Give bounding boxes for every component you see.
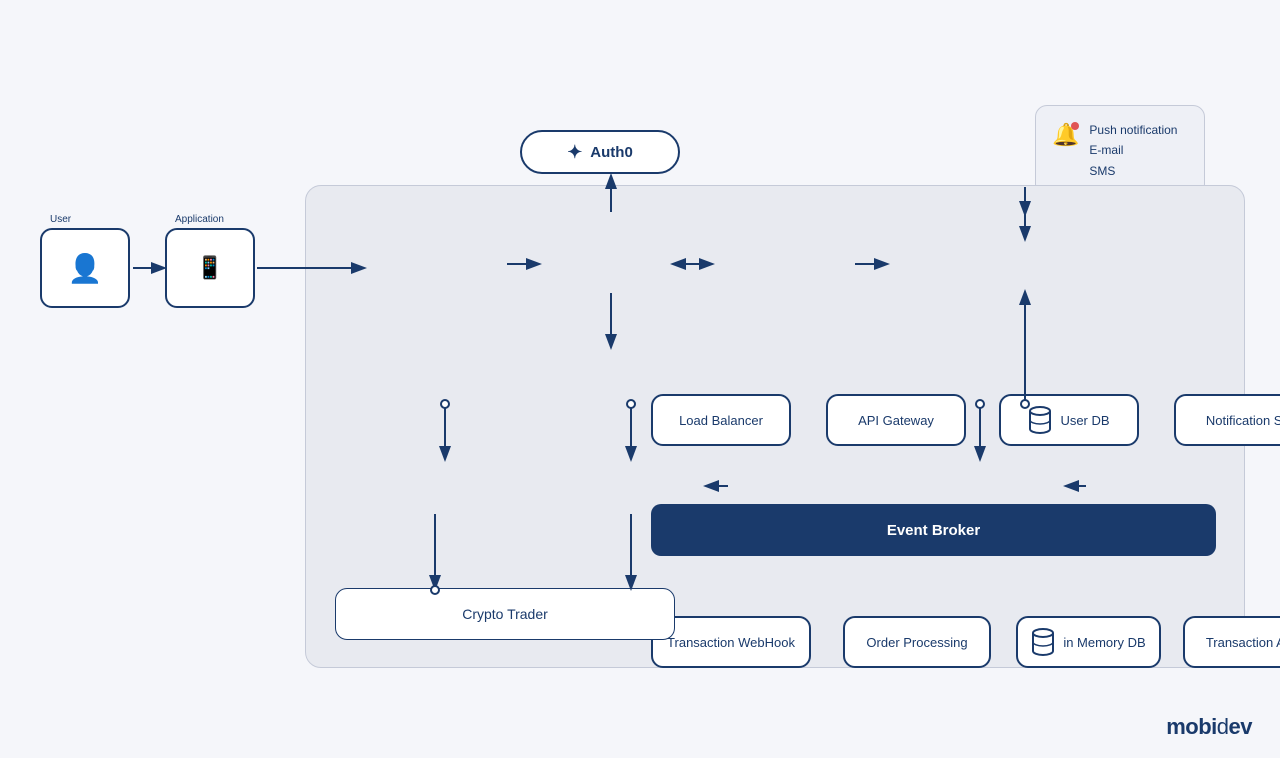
person-icon: 👤: [68, 252, 103, 285]
user-box: User 👤: [40, 228, 130, 308]
application-label: Application: [175, 214, 224, 225]
auth0-label: Auth0: [590, 144, 633, 161]
application-box: Application 📱: [165, 228, 255, 308]
transaction-analytics-box: Transaction Analytics: [1183, 616, 1280, 668]
in-memory-db-icon: [1031, 628, 1055, 656]
transaction-webhook-label: Transaction WebHook: [667, 635, 795, 650]
event-broker-box: Event Broker: [651, 504, 1216, 556]
bell-icon: 🔔: [1052, 122, 1079, 148]
mobidev-logo: mobidev: [1166, 714, 1252, 740]
crypto-trader-label: Crypto Trader: [462, 606, 548, 622]
mobidev-text: mobidev: [1166, 714, 1252, 739]
transaction-analytics-label: Transaction Analytics: [1206, 635, 1280, 650]
notification-service-box: Notification Service: [1174, 394, 1280, 446]
diagram-area: 🔔 Push notification E-mail SMS ✦ Auth0 E…: [20, 30, 1260, 698]
in-memory-db-box: in Memory DB: [1016, 616, 1161, 668]
notification-info-box: 🔔 Push notification E-mail SMS: [1035, 105, 1205, 196]
load-balancer-label: Load Balancer: [679, 413, 763, 428]
user-db-label: User DB: [1060, 413, 1109, 428]
event-broker-label: Event Broker: [887, 522, 980, 539]
order-processing-box: Order Processing: [843, 616, 991, 668]
phone-icon: 📱: [196, 255, 223, 281]
notification-info-text: Push notification E-mail SMS: [1089, 120, 1177, 181]
auth0-box: ✦ Auth0: [520, 130, 680, 174]
load-balancer-box: Load Balancer: [651, 394, 791, 446]
api-gateway-box: API Gateway: [826, 394, 966, 446]
auth0-star-icon: ✦: [567, 142, 582, 163]
notification-service-label: Notification Service: [1206, 413, 1280, 428]
crypto-trader-box: Crypto Trader: [335, 588, 675, 640]
transaction-webhook-box: Transaction WebHook: [651, 616, 811, 668]
in-memory-db-label: in Memory DB: [1063, 635, 1145, 650]
user-db-box: User DB: [999, 394, 1139, 446]
api-gateway-label: API Gateway: [858, 413, 934, 428]
user-label: User: [50, 214, 71, 225]
order-processing-label: Order Processing: [866, 635, 967, 650]
user-db-icon: [1028, 406, 1052, 434]
